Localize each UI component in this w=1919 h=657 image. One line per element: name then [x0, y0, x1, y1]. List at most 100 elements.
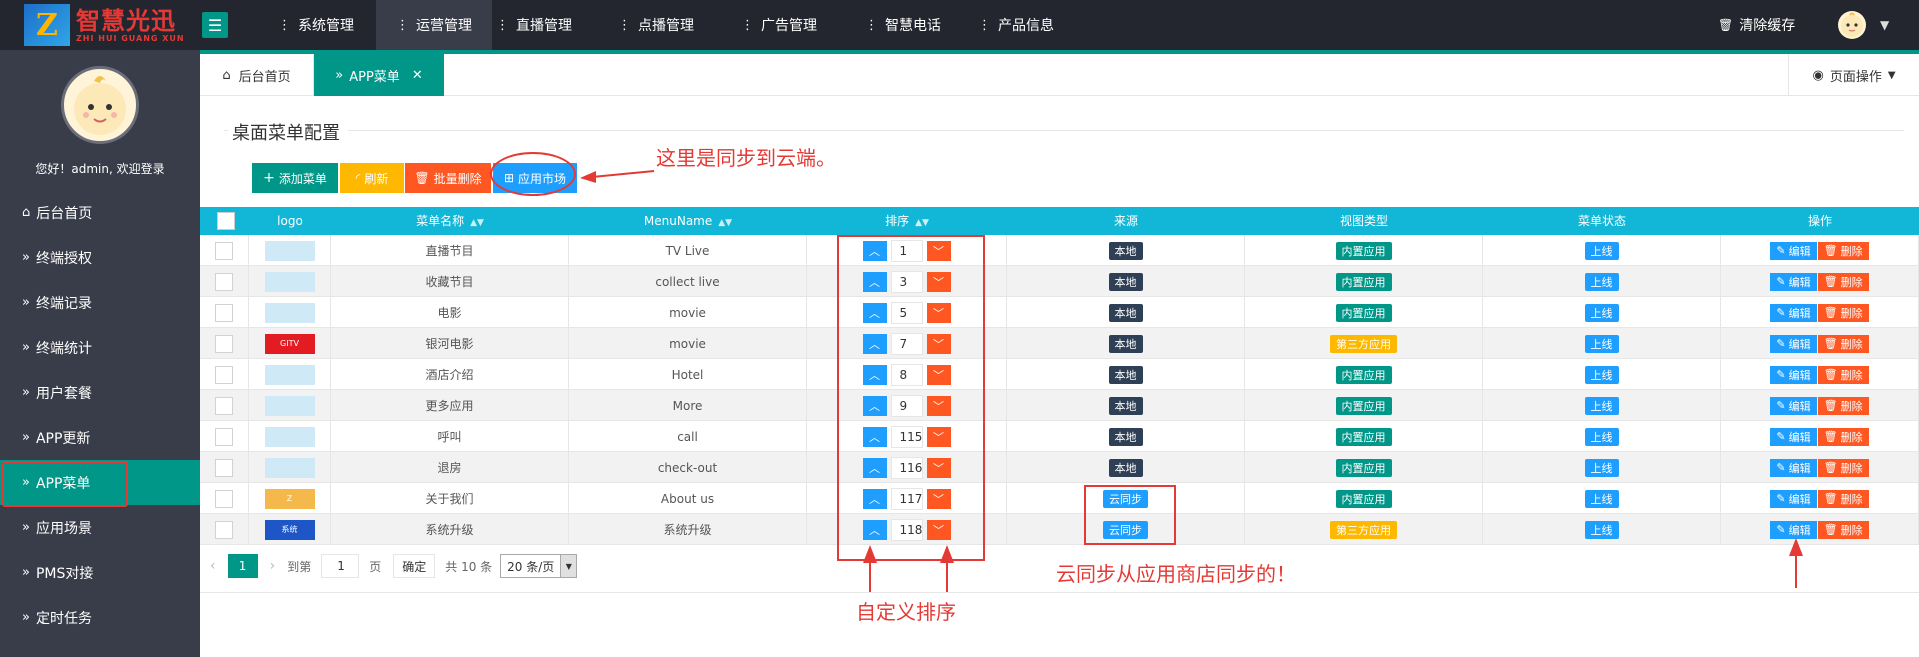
refresh-button[interactable]: ◜ 刷新 [340, 163, 404, 193]
delete-button[interactable]: 🗑 删除 [1817, 458, 1869, 477]
sort-icon: ▲▼ [718, 218, 733, 228]
table-row: 呼叫 call ︿ 115 ﹀ 本地 内置应用 上线 ✎ 编辑 🗑 删除 [200, 421, 1919, 452]
row-checkbox[interactable] [215, 458, 233, 477]
sidebar-item[interactable]: » 应用场景 [0, 505, 200, 550]
per-page-select[interactable]: 20 条/页 ▼ [500, 554, 578, 578]
sidebar-item[interactable]: » 终端授权 [0, 235, 200, 280]
cell-menuname: 系统升级 [569, 514, 807, 545]
menu-toggle-button[interactable]: ☰ [202, 12, 228, 38]
status-badge[interactable]: 上线 [1584, 365, 1619, 384]
pager-divider [200, 592, 1919, 593]
delete-button[interactable]: 🗑 删除 [1817, 365, 1869, 384]
row-checkbox[interactable] [215, 241, 233, 260]
sidebar-item[interactable]: » 终端记录 [0, 280, 200, 325]
close-icon[interactable]: ✕ [412, 68, 423, 83]
row-checkbox[interactable] [215, 396, 233, 415]
status-badge[interactable]: 上线 [1584, 303, 1619, 322]
status-badge[interactable]: 上线 [1584, 458, 1619, 477]
row-checkbox[interactable] [215, 334, 233, 353]
topnav-item[interactable]: ⋮ 广告管理 [731, 0, 827, 50]
view-type-badge: 内置应用 [1335, 458, 1392, 477]
edit-button[interactable]: ✎ 编辑 [1770, 241, 1817, 260]
trash-icon: 🗑 [1823, 399, 1838, 412]
cell-ops: ✎ 编辑 🗑 删除 [1721, 235, 1919, 266]
cell-menuname: movie [569, 297, 807, 328]
delete-button[interactable]: 🗑 删除 [1817, 396, 1869, 415]
topnav-item[interactable]: ⋮ 直播管理 [486, 0, 582, 50]
header-name[interactable]: 菜单名称 ▲▼ [331, 207, 569, 235]
edit-button[interactable]: ✎ 编辑 [1770, 365, 1817, 384]
delete-button[interactable]: 🗑 删除 [1817, 241, 1869, 260]
dots-icon: ⋮ [741, 17, 754, 33]
topnav-item[interactable]: ⋮ 运营管理 [376, 0, 492, 50]
menu-logo [264, 364, 315, 385]
sidebar-item[interactable]: » APP更新 [0, 415, 200, 460]
sidebar-item[interactable]: » 定时任务 [0, 595, 200, 640]
logo-mark: Z [24, 4, 70, 46]
edit-button[interactable]: ✎ 编辑 [1770, 427, 1817, 446]
trash-icon: 🗑 [1823, 461, 1838, 474]
status-badge[interactable]: 上线 [1584, 334, 1619, 353]
source-badge: 本地 [1108, 334, 1143, 353]
prev-page-icon[interactable]: ‹ [210, 558, 216, 574]
dots-icon: ⋮ [618, 17, 631, 33]
edit-button[interactable]: ✎ 编辑 [1770, 520, 1817, 539]
annotation-custom-order: 自定义排序 [856, 600, 956, 624]
status-badge[interactable]: 上线 [1584, 396, 1619, 415]
row-checkbox[interactable] [215, 365, 233, 384]
status-badge[interactable]: 上线 [1584, 520, 1619, 539]
delete-button[interactable]: 🗑 删除 [1817, 489, 1869, 508]
page-operations-dropdown[interactable]: ◉ 页面操作 ▼ [1788, 54, 1919, 96]
row-checkbox[interactable] [215, 427, 233, 446]
status-badge[interactable]: 上线 [1584, 241, 1619, 260]
page-input[interactable]: 1 [321, 554, 360, 578]
next-page-icon[interactable]: › [270, 558, 276, 574]
cell-status: 上线 [1483, 297, 1721, 328]
dots-icon: ⋮ [496, 17, 509, 33]
row-checkbox[interactable] [215, 489, 233, 508]
batch-delete-button[interactable]: 🗑 批量删除 [405, 163, 491, 193]
edit-button[interactable]: ✎ 编辑 [1770, 272, 1817, 291]
cell-view-type: 第三方应用 [1245, 514, 1483, 545]
sidebar-item[interactable]: » 终端统计 [0, 325, 200, 370]
row-checkbox[interactable] [215, 303, 233, 322]
page-current[interactable]: 1 [227, 554, 258, 578]
row-checkbox[interactable] [215, 520, 233, 539]
edit-button[interactable]: ✎ 编辑 [1770, 396, 1817, 415]
row-checkbox[interactable] [215, 272, 233, 291]
edit-button[interactable]: ✎ 编辑 [1770, 489, 1817, 508]
add-menu-button[interactable]: + 添加菜单 [252, 163, 338, 193]
status-badge[interactable]: 上线 [1584, 272, 1619, 291]
delete-button[interactable]: 🗑 删除 [1817, 272, 1869, 291]
view-type-badge: 第三方应用 [1330, 334, 1397, 353]
delete-button[interactable]: 🗑 删除 [1817, 303, 1869, 322]
edit-button[interactable]: ✎ 编辑 [1770, 303, 1817, 322]
tab-app-menu[interactable]: » APP菜单 ✕ [314, 54, 444, 96]
delete-button[interactable]: 🗑 删除 [1817, 520, 1869, 539]
select-all-checkbox[interactable] [217, 212, 235, 230]
cell-status: 上线 [1483, 514, 1721, 545]
edit-button[interactable]: ✎ 编辑 [1770, 334, 1817, 353]
status-badge[interactable]: 上线 [1584, 427, 1619, 446]
header-menuname[interactable]: MenuName ▲▼ [569, 207, 807, 235]
header-order[interactable]: 排序 ▲▼ [807, 207, 1007, 235]
sidebar-item[interactable]: » 用户套餐 [0, 370, 200, 415]
confirm-button[interactable]: 确定 [393, 554, 436, 578]
edit-button[interactable]: ✎ 编辑 [1770, 458, 1817, 477]
tab-bar: ⌂ 后台首页 » APP菜单 ✕ ◉ 页面操作 ▼ [200, 54, 1919, 96]
cell-view-type: 内置应用 [1245, 359, 1483, 390]
tab-home[interactable]: ⌂ 后台首页 [200, 54, 314, 96]
menu-logo [264, 240, 315, 261]
topnav-item[interactable]: ⋮ 智慧电话 [855, 0, 951, 50]
topnav-item[interactable]: ⋮ 点播管理 [608, 0, 704, 50]
delete-button[interactable]: 🗑 删除 [1817, 334, 1869, 353]
user-avatar[interactable] [1838, 11, 1866, 39]
delete-button[interactable]: 🗑 删除 [1817, 427, 1869, 446]
topnav-item[interactable]: ⋮ 系统管理 [268, 0, 364, 50]
status-badge[interactable]: 上线 [1584, 489, 1619, 508]
sidebar-item[interactable]: » PMS对接 [0, 550, 200, 595]
clear-cache-button[interactable]: 🗑 清除缓存 [1718, 0, 1795, 50]
chevron-down-icon[interactable]: ▼ [1880, 18, 1889, 32]
topnav-item[interactable]: ⋮ 产品信息 [968, 0, 1064, 50]
sidebar-item[interactable]: ⌂ 后台首页 [0, 190, 200, 235]
